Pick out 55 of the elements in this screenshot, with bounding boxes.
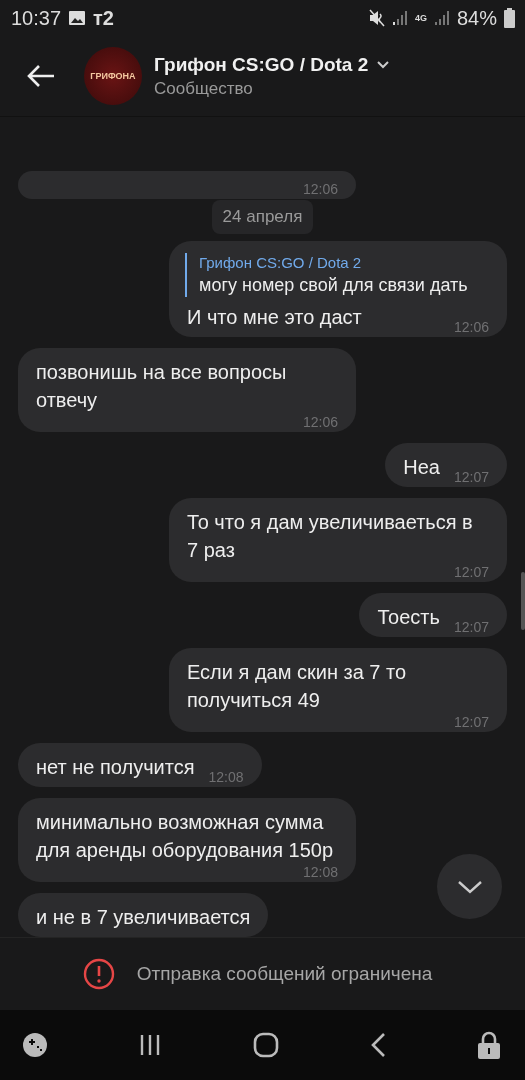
back-icon[interactable] [369,1032,386,1058]
network-label: 4G [414,13,427,23]
message-bubble[interactable]: Если я дам скин за 7 то получиться 49 12:07 [169,648,507,732]
message-text: Если я дам скин за 7 то получиться 49 [187,660,408,713]
date-chip: 24 апреля [211,200,314,234]
arrow-left-icon[interactable] [26,64,56,88]
message-bubble[interactable]: минимально возможная сумма для аренды оборудования 150р 12:08 [18,798,356,882]
signal-icon [391,10,408,26]
message-time: 12:08 [207,769,244,785]
message-bubble[interactable]: Тоесть 12:07 [359,593,507,637]
home-icon[interactable] [252,1032,279,1058]
message-bubble[interactable]: позвонишь на все вопросы отвечу 12:06 [18,348,356,432]
carrier-label: т2 [93,6,114,30]
message-bubble[interactable]: нет не получится 12:08 [18,743,262,787]
chevron-down-icon[interactable] [456,878,483,895]
battery-percent: 84% [456,6,497,30]
clock: 10:37 [11,6,62,30]
message-time: 12:07 [452,564,489,580]
message-bubble[interactable]: и не в 7 увеличивается [18,893,269,937]
recent-apps-icon[interactable] [139,1033,162,1057]
game-controller-icon[interactable] [22,1032,48,1058]
scrollbar [521,572,525,630]
chat-title[interactable]: Грифон CS:GO / Dota 2 [154,53,369,76]
warning-icon [82,958,115,990]
message-bubble[interactable]: Неа 12:07 [385,443,507,487]
message-time: 12:08 [301,864,338,880]
battery-icon [504,8,515,28]
message-text: минимально возможная сумма для аренды оборудования 150р [36,810,335,863]
message-text: И что мне это даст [187,305,362,330]
chat-subtitle: Сообщество [154,78,254,99]
message-text: Неа [403,455,440,480]
notice-text: Отправка сообщений ограничена [136,963,433,985]
message-time: 12:06 [301,181,338,197]
avatar-logo-text: ГРИФОНА [90,71,136,81]
message-text: То что я дам увеличиваеться в 7 раз [187,510,474,563]
message-text: и не в 7 увеличивается [36,905,251,930]
message-text: Тоесть [377,605,440,630]
message-time: 12:07 [452,469,489,485]
message-time: 12:06 [301,414,338,430]
lock-icon[interactable] [477,1031,501,1059]
image-icon [68,10,87,26]
message-bubble[interactable]: Грифон CS:GO / Dota 2 могу номер свой для связи дать И что мне это даст 12:06 [169,241,507,337]
message-time: 12:07 [452,714,489,730]
reply-author: Грифон CS:GO / Dota 2 [199,253,363,273]
message-bubble[interactable]: То что я дам увеличиваеться в 7 раз 12:07 [169,498,507,582]
mute-icon [368,9,385,27]
signal-icon [433,10,450,26]
reply-quote[interactable]: Грифон CS:GO / Dota 2 могу номер свой для связи дать [185,253,489,297]
message-text: нет не получится [36,755,195,780]
message-time: 12:07 [452,619,489,635]
community-avatar[interactable]: ГРИФОНА [84,47,142,105]
chevron-down-icon[interactable] [376,60,391,69]
reply-text: могу номер свой для связи дать [199,274,469,297]
message-text: позвонишь на все вопросы отвечу [36,360,288,413]
message-time: 12:06 [452,319,489,335]
